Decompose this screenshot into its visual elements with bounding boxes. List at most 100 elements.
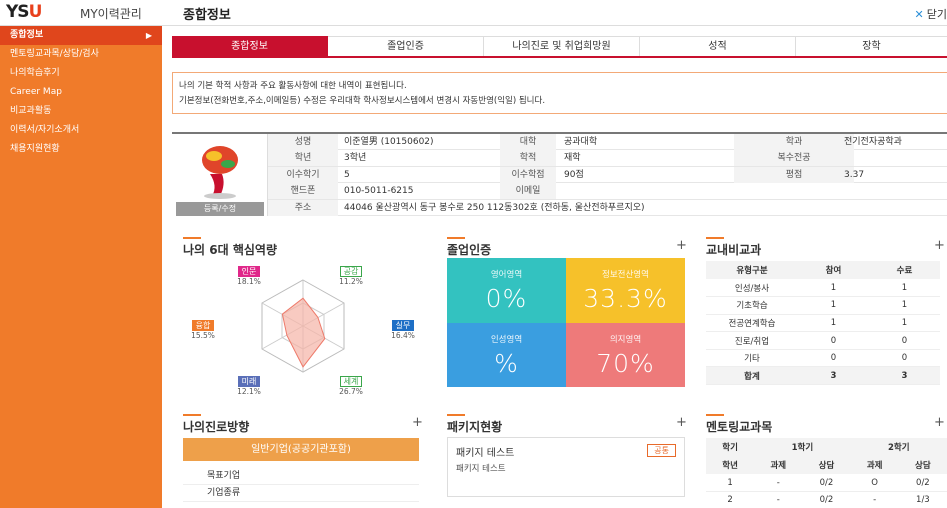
grad-label: 인성영역: [490, 334, 523, 345]
radar-value: 12.1%: [237, 387, 261, 396]
career-direction-button[interactable]: 일반기업(공공기관포함): [183, 438, 419, 461]
cell: 0/2: [802, 491, 851, 508]
package-title: 패키지현황: [447, 414, 503, 434]
sidebar-item-resume[interactable]: 이력서/자기소개서: [0, 121, 162, 140]
grad-value: 70%: [596, 348, 655, 378]
sidebar-item-mentoring[interactable]: 멘토링교과목/상담/검사: [0, 45, 162, 64]
cell: 0: [798, 349, 869, 368]
sidebar-item-extracurricular[interactable]: 비교과활동: [0, 102, 162, 121]
sidebar-item-label: 이력서/자기소개서: [10, 125, 80, 135]
career-row-target: 목표기업: [183, 468, 419, 485]
table-total-row: 합계 3 3: [706, 366, 940, 386]
career-title: 나의진로방향: [183, 414, 250, 434]
package-more-icon[interactable]: +: [676, 415, 687, 430]
profile-table: 등록/수정 성명 이준열男 (10150602) 대학 공과대학 학과 전기전자…: [172, 132, 947, 216]
package-desc: 패키지 테스트: [456, 464, 506, 474]
profile-photo: [202, 146, 238, 199]
grad-label: 정보전산영역: [602, 270, 649, 280]
tab-graduation[interactable]: 졸업인증: [328, 36, 484, 56]
app-name: MY이력관리: [80, 7, 142, 21]
graduation-computing[interactable]: 정보전산영역 33.3%: [566, 258, 685, 323]
photo-box: 등록/수정: [172, 134, 268, 216]
cell: 1: [869, 314, 940, 333]
competency-radar: 인문 18.1% 공감 11.2% 실무 16.4% 세계 26.7% 미래 12.1% …: [183, 262, 423, 402]
edit-profile-button[interactable]: 등록/수정: [176, 202, 264, 216]
column-header: 상담: [802, 456, 851, 474]
phone-label: 핸드폰: [268, 183, 338, 200]
grad-value: 33.3%: [583, 284, 668, 313]
email-label: 이메일: [500, 183, 556, 200]
cell: 0: [869, 331, 940, 350]
column-header: 참여: [798, 261, 869, 279]
cell: -: [754, 474, 803, 493]
close-label: 닫기: [926, 8, 947, 21]
address-value: 44046 울산광역시 동구 봉수로 250 112동302호 (전하동, 울산…: [344, 202, 645, 213]
radar-value: 18.1%: [237, 277, 261, 286]
radar-value: 16.4%: [391, 331, 415, 340]
graduation-character[interactable]: 인성영역%: [447, 322, 566, 387]
college-label: 대학: [500, 134, 556, 150]
table-header-row: 유형구분 참여 수료: [706, 261, 940, 279]
cell: O: [850, 474, 899, 493]
credits-label: 이수학점: [500, 166, 556, 183]
close-button[interactable]: ✕ 닫기: [915, 6, 947, 22]
sidebar-item-summary[interactable]: 종합정보 ▶: [0, 26, 162, 45]
grad-label: 의지영역: [609, 334, 642, 345]
radar-label-future: 미래 12.1%: [229, 376, 269, 396]
cell: 2: [706, 491, 755, 508]
dept-label: 학과: [734, 134, 854, 150]
table-row: 2-0/2-1/3: [706, 491, 947, 508]
radar-tag: 인문: [237, 266, 261, 277]
profile-row: 성명 이준열男 (10150602) 대학 공과대학 학과 전기전자공학과: [268, 134, 947, 151]
column-header: 수료: [869, 261, 940, 279]
notice-line-2: 기본정보(전화번호,주소,이메일등) 수정은 우리대학 학사정보시스템에서 변경…: [179, 96, 546, 106]
cell: 1: [869, 279, 940, 298]
column-header: 과제: [754, 456, 803, 474]
graduation-more-icon[interactable]: +: [676, 238, 687, 253]
sidebar-item-label: 멘토링교과목/상담/검사: [10, 49, 99, 59]
cell: -: [850, 491, 899, 508]
table-row: 기초학습 1 1: [706, 296, 940, 315]
cell: 0: [869, 349, 940, 368]
radar-label-humanities: 인문 18.1%: [229, 266, 269, 286]
sidebar: 종합정보 ▶ 멘토링교과목/상담/검사 나의학습후기 Career Map 비교과…: [0, 26, 162, 508]
year-label: 학년: [268, 150, 338, 167]
graduation-english[interactable]: 영어영역 0%: [447, 258, 566, 323]
cell: 3: [798, 366, 869, 386]
tab-summary[interactable]: 종합정보: [172, 36, 328, 56]
address-label: 주소: [268, 199, 338, 216]
radar-value: 11.2%: [339, 277, 363, 286]
mentoring-title: 멘토링교과목: [706, 414, 773, 434]
sidebar-item-career-map[interactable]: Career Map: [0, 83, 162, 102]
mentoring-table: 학기 1학기 2학기 학년 과제 상담 과제 상담 1-0/2 O 0/2 2-0/…: [706, 438, 947, 508]
page-title: 종합정보: [183, 8, 231, 23]
sidebar-item-applications[interactable]: 채용지원현황: [0, 140, 162, 159]
sidebar-item-label: 채용지원현황: [10, 144, 60, 154]
gpa-label: 평점: [734, 166, 854, 183]
column-header: 유형구분: [706, 261, 798, 279]
profile-row: 핸드폰 010-5011-6215 이메일: [268, 183, 947, 200]
column-header: 과제: [850, 456, 899, 474]
table-row: 인성/봉사 1 1: [706, 279, 940, 298]
cell: 인성/봉사: [706, 279, 798, 298]
sidebar-item-label: 종합정보: [10, 30, 44, 40]
mentoring-more-icon[interactable]: +: [934, 415, 945, 430]
cell: 1: [798, 279, 869, 298]
tab-scholarship[interactable]: 장학: [796, 36, 947, 56]
ysu-logo[interactable]: YSU: [6, 2, 42, 22]
career-more-icon[interactable]: +: [412, 415, 423, 430]
graduation-will[interactable]: 의지영역 70%: [566, 322, 685, 387]
tab-grades[interactable]: 성적: [640, 36, 796, 56]
cell: 전공연계학습: [706, 314, 798, 333]
radar-tag: 실무: [391, 320, 415, 331]
semester-label: 이수학기: [268, 166, 338, 183]
cell: 합계: [706, 366, 798, 386]
column-header: 2학기: [850, 438, 947, 456]
package-card[interactable]: 패키지 테스트 공통 패키지 테스트: [447, 437, 685, 497]
extracurricular-more-icon[interactable]: +: [934, 238, 945, 253]
gpa-value: 3.37: [844, 169, 865, 180]
tab-career-hope[interactable]: 나의진로 및 취업희망원: [484, 36, 640, 56]
cell: 1: [869, 296, 940, 315]
sidebar-item-reviews[interactable]: 나의학습후기: [0, 64, 162, 83]
grad-value: %: [494, 348, 519, 378]
